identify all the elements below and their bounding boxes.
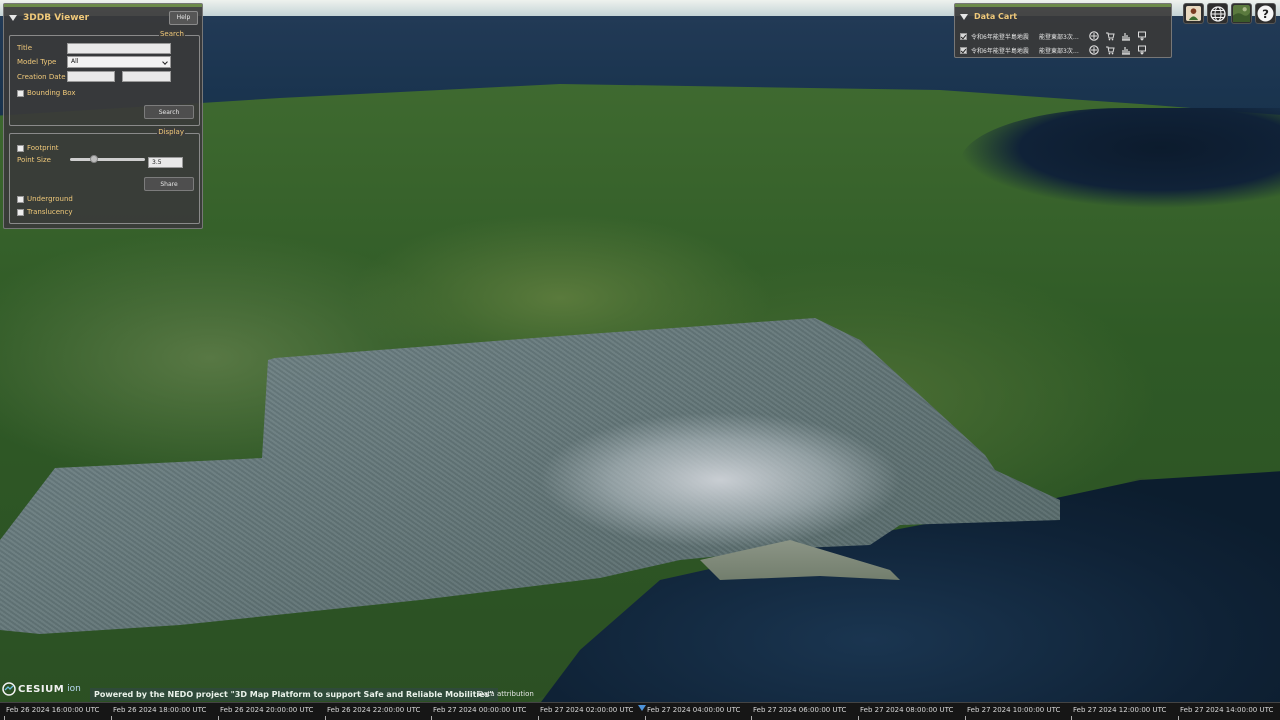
cart-item-subtitle: 能登東部3次… xyxy=(1039,33,1079,41)
point-size-label: Point Size xyxy=(17,156,51,164)
underground-label: Underground xyxy=(27,195,73,203)
model-type-value: All xyxy=(71,58,79,65)
underground-checkbox[interactable] xyxy=(17,195,24,203)
timeline-tick xyxy=(218,716,219,720)
title-label: Title xyxy=(17,44,33,52)
footprint-label: Footprint xyxy=(27,144,59,152)
timeline-label: Feb 27 2024 06:00:00 UTC xyxy=(753,706,847,714)
timeline-tick xyxy=(1178,716,1179,720)
point-size-slider[interactable] xyxy=(70,155,145,163)
download-icon[interactable] xyxy=(1137,45,1147,55)
cesium-logo[interactable]: CESIUM ion xyxy=(2,682,81,696)
timeline-label: Feb 27 2024 14:00:00 UTC xyxy=(1180,706,1274,714)
timeline-tick xyxy=(431,716,432,720)
collapse-icon[interactable] xyxy=(960,13,968,20)
data-cart-header[interactable]: Data Cart xyxy=(955,4,1171,26)
globe-icon[interactable] xyxy=(1207,3,1228,24)
search-legend: Search xyxy=(158,30,185,38)
timeline-tick xyxy=(858,716,859,720)
data-cart-panel: Data Cart 令和6年能登半島地震 能登東部3次… 令和6年能登半島地震 … xyxy=(954,3,1172,58)
timeline-tick xyxy=(1071,716,1072,720)
nedo-credit: Powered by the NEDO project "3D Map Plat… xyxy=(90,688,498,701)
creation-date-label: Creation Date xyxy=(17,73,66,81)
display-fieldset: Display Footprint Point Size 3.5 Share U… xyxy=(9,128,200,224)
timeline-tick xyxy=(965,716,966,720)
timeline-label: Feb 27 2024 10:00:00 UTC xyxy=(967,706,1061,714)
timeline-tick xyxy=(111,716,112,720)
timeline-playhead[interactable] xyxy=(638,705,646,711)
translucency-checkbox[interactable] xyxy=(17,208,24,216)
timeline-label: Feb 27 2024 04:00:00 UTC xyxy=(647,706,741,714)
cesium-text: CESIUM xyxy=(18,683,65,695)
bounding-box-label: Bounding Box xyxy=(27,89,76,97)
timeline-label: Feb 27 2024 12:00:00 UTC xyxy=(1073,706,1167,714)
cart-item[interactable]: 令和6年能登半島地震 能登東部3次… xyxy=(960,30,1168,42)
chart-icon[interactable] xyxy=(1121,45,1131,55)
timeline-label: Feb 27 2024 08:00:00 UTC xyxy=(860,706,954,714)
timeline-label: Feb 26 2024 16:00:00 UTC xyxy=(6,706,100,714)
timeline-tick xyxy=(325,716,326,720)
slider-handle[interactable] xyxy=(90,155,98,163)
help-button[interactable]: Help xyxy=(169,10,198,25)
bounding-box-checkbox[interactable] xyxy=(17,89,24,97)
flyto-icon[interactable] xyxy=(1089,31,1099,41)
cart-item-subtitle: 能登東部3次… xyxy=(1039,47,1079,55)
model-type-label: Model Type xyxy=(17,58,57,66)
data-attribution-link[interactable]: Data attribution xyxy=(478,690,534,698)
timeline-label: Feb 27 2024 02:00:00 UTC xyxy=(540,706,634,714)
cart-item-name: 令和6年能登半島地震 xyxy=(971,47,1029,55)
date-to-input[interactable] xyxy=(122,71,171,82)
bounding-box-row[interactable]: Bounding Box xyxy=(17,89,75,97)
cesium-ion-text: ion xyxy=(67,684,81,694)
svg-text:?: ? xyxy=(1262,7,1269,21)
help-icon[interactable]: ? xyxy=(1255,3,1276,24)
chevron-down-icon xyxy=(162,59,168,65)
cart-item-checkbox[interactable] xyxy=(960,32,967,40)
timeline-tick xyxy=(645,716,646,720)
share-button[interactable]: Share xyxy=(144,177,194,191)
person-icon[interactable] xyxy=(1183,3,1204,24)
timeline-label: Feb 26 2024 20:00:00 UTC xyxy=(220,706,314,714)
collapse-icon[interactable] xyxy=(9,14,17,21)
cart-item-name: 令和6年能登半島地震 xyxy=(971,33,1029,41)
viewer-title: 3DDB Viewer xyxy=(23,12,90,23)
footprint-checkbox[interactable] xyxy=(17,144,24,152)
chart-icon[interactable] xyxy=(1121,31,1131,41)
cart-remove-icon[interactable] xyxy=(1105,31,1115,41)
search-button[interactable]: Search xyxy=(144,105,194,119)
title-input[interactable] xyxy=(67,43,171,54)
translucency-row[interactable]: Translucency xyxy=(17,208,72,216)
cart-item[interactable]: 令和6年能登半島地震 能登東部3次… xyxy=(960,44,1168,56)
imagery-layer-icon[interactable] xyxy=(1231,3,1252,24)
bay xyxy=(960,108,1280,218)
timeline-tick xyxy=(538,716,539,720)
download-icon[interactable] xyxy=(1137,31,1147,41)
cart-item-checkbox[interactable] xyxy=(960,46,967,54)
model-type-select[interactable]: All xyxy=(67,56,171,68)
cesium-logo-icon xyxy=(2,682,16,696)
flyto-icon[interactable] xyxy=(1089,45,1099,55)
display-legend: Display xyxy=(157,128,185,136)
date-from-input[interactable] xyxy=(67,71,115,82)
footprint-row[interactable]: Footprint xyxy=(17,144,59,152)
timeline-label: Feb 26 2024 22:00:00 UTC xyxy=(327,706,421,714)
point-size-input[interactable]: 3.5 xyxy=(148,157,183,168)
timeline-label: Feb 27 2024 00:00:00 UTC xyxy=(433,706,527,714)
search-fieldset: Search Title Model Type All Creation Dat… xyxy=(9,30,200,126)
underground-row[interactable]: Underground xyxy=(17,195,73,203)
viewer-panel: 3DDB Viewer Help Search Title Model Type… xyxy=(3,3,203,229)
timeline-label: Feb 26 2024 18:00:00 UTC xyxy=(113,706,207,714)
timeline-tick xyxy=(4,716,5,720)
timeline-tick xyxy=(751,716,752,720)
viewer-header[interactable]: 3DDB Viewer Help xyxy=(4,4,202,28)
data-cart-title: Data Cart xyxy=(974,12,1018,21)
cart-remove-icon[interactable] xyxy=(1105,45,1115,55)
translucency-label: Translucency xyxy=(27,208,73,216)
